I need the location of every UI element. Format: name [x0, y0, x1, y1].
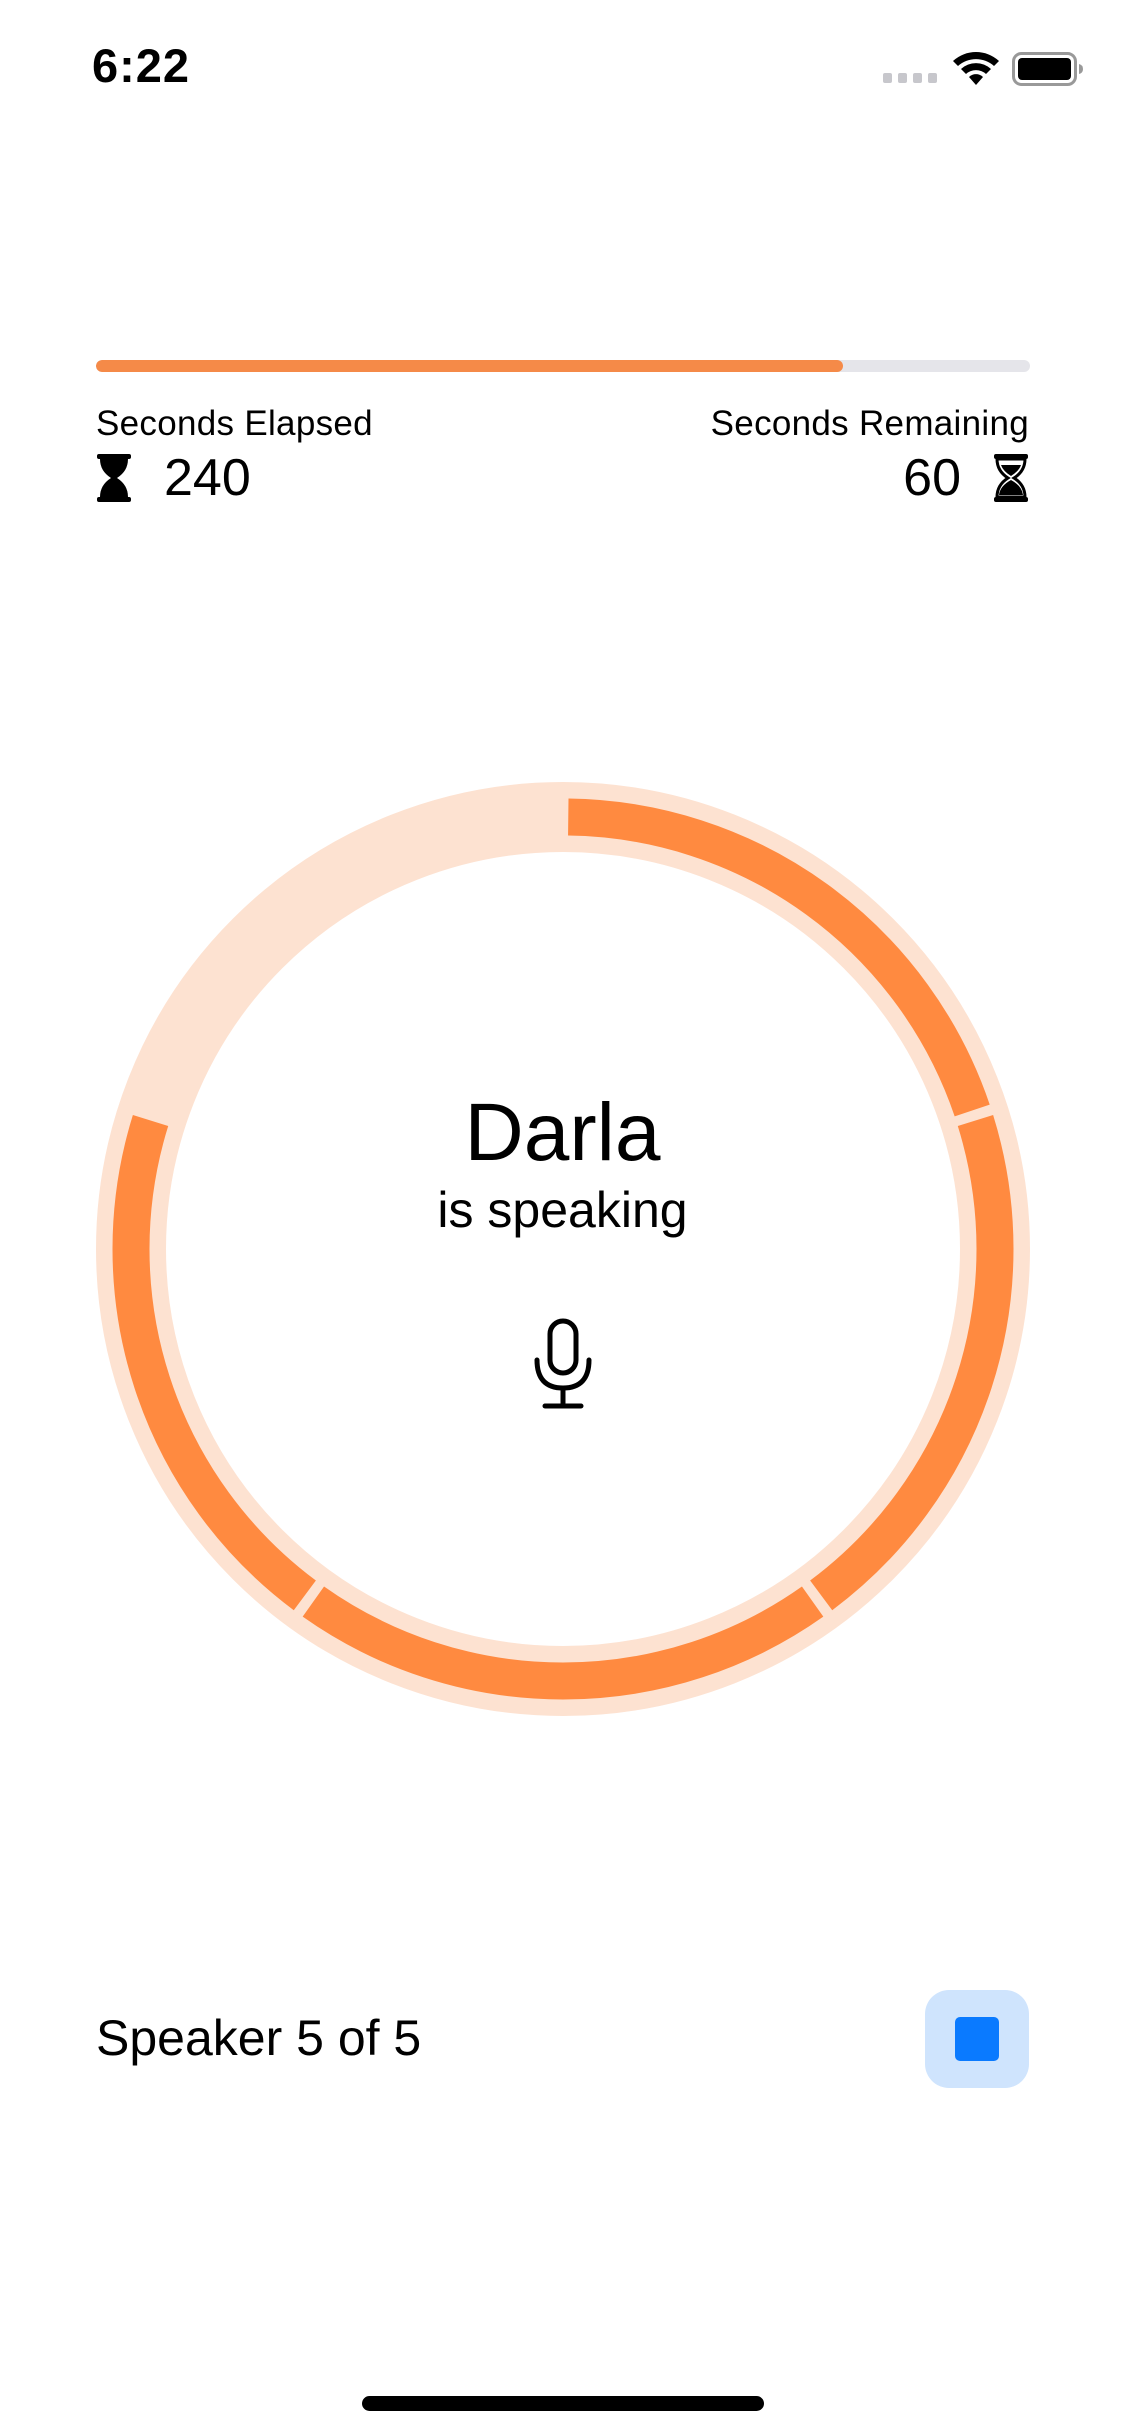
stop-meeting-button[interactable]: [925, 1990, 1029, 2088]
status-bar: 6:22: [0, 0, 1125, 140]
seconds-remaining-row: 60: [903, 448, 1029, 508]
seconds-remaining-value: 60: [903, 449, 961, 507]
seconds-elapsed-label: Seconds Elapsed: [96, 404, 373, 443]
meeting-progress-bar: [96, 360, 1030, 372]
cellular-signal-icon: [883, 73, 937, 83]
speaker-progress-ring: [96, 782, 1030, 1716]
microphone-icon: [534, 1318, 592, 1409]
battery-icon: [1012, 52, 1083, 86]
meeting-progress-fill: [96, 360, 844, 372]
seconds-remaining-label: Seconds Remaining: [710, 404, 1029, 443]
status-time: 6:22: [92, 39, 191, 92]
home-indicator: [362, 2396, 764, 2411]
seconds-elapsed-row: 240: [96, 448, 251, 508]
hourglass-bottom-icon: [994, 454, 1028, 502]
speaker-count-label: Speaker 5 of 5: [96, 2010, 422, 2066]
speaker-status-text: is speaking: [437, 1182, 688, 1238]
current-speaker-name: Darla: [464, 1087, 661, 1178]
stop-icon: [955, 2017, 999, 2061]
seconds-elapsed-value: 240: [164, 449, 251, 507]
wifi-icon: [953, 52, 999, 85]
speaker-segment-1: [568, 798, 990, 1117]
hourglass-top-icon: [97, 454, 131, 502]
